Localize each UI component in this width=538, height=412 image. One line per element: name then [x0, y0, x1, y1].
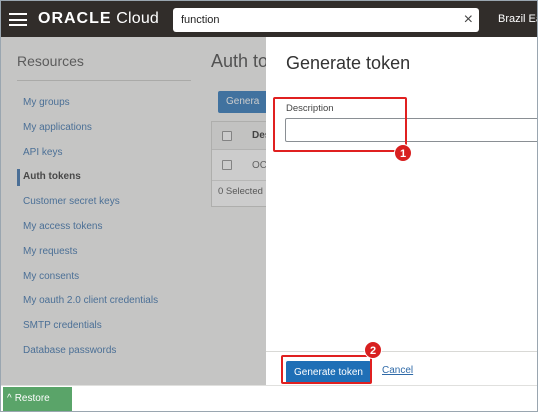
cancel-link[interactable]: Cancel [382, 365, 413, 376]
oracle-cloud-logo[interactable]: ORACLE Cloud [38, 10, 159, 28]
top-bar: ORACLE Cloud × Brazil Ea [1, 1, 537, 37]
restore-label: Restore [14, 393, 50, 404]
highlight-description [273, 97, 407, 152]
search-box: × [173, 8, 479, 32]
hamburger-menu-icon[interactable] [9, 13, 27, 26]
clear-search-icon[interactable]: × [464, 10, 473, 30]
modal-overlay [1, 37, 266, 385]
step-marker-1: 1 [394, 144, 412, 162]
screenshot-frame: ORACLE Cloud × Brazil Ea Resources My gr… [0, 0, 538, 412]
search-input[interactable] [181, 11, 451, 29]
highlight-generate-button [281, 355, 372, 384]
region-selector[interactable]: Brazil Ea [498, 13, 537, 25]
chevron-up-icon: ^ [7, 393, 12, 404]
restore-button[interactable]: ^ Restore [3, 387, 72, 411]
brand-cloud: Cloud [111, 10, 160, 27]
brand-oracle: ORACLE [38, 10, 112, 27]
panel-title: Generate token [286, 53, 411, 73]
generate-token-panel: Generate token Description Generate toke… [266, 37, 537, 385]
step-marker-2: 2 [364, 341, 382, 359]
bottom-bar [1, 385, 537, 411]
